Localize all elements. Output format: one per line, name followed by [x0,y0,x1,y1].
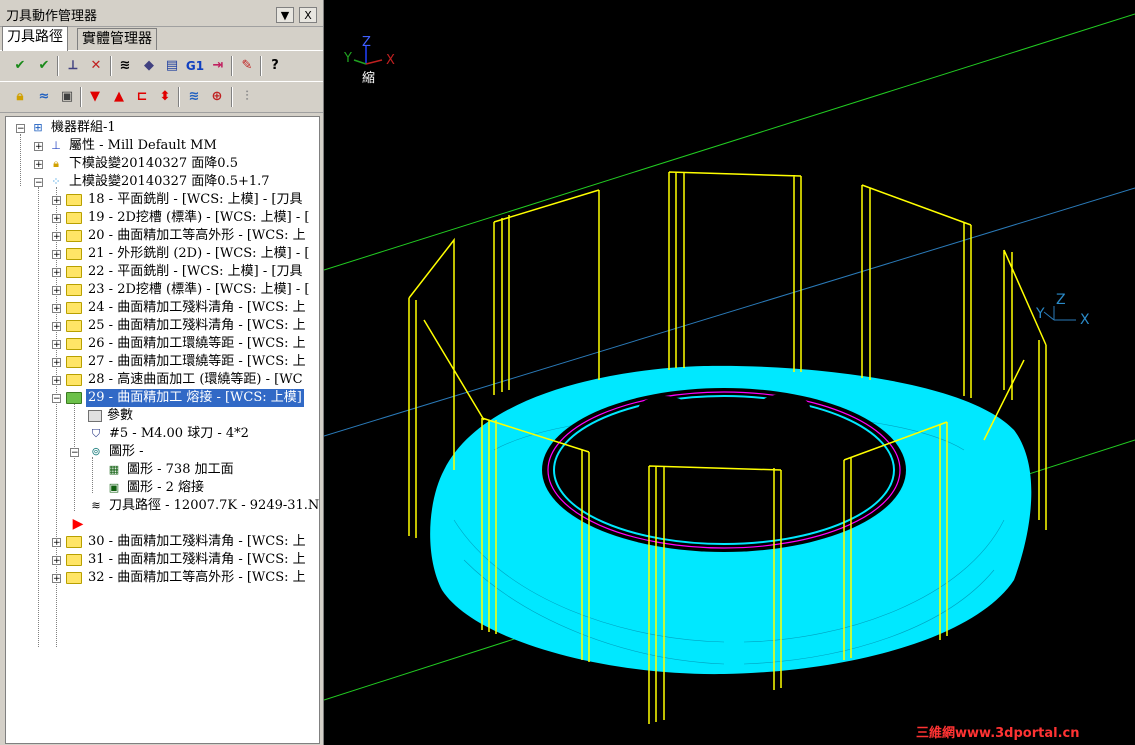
properties-icon: ⊥ [51,139,61,152]
wcs-axis-triad: Z X Y [1035,292,1090,328]
folder-icon [66,572,82,584]
folder-icon [66,302,82,314]
wcs-z-label: Z [1056,292,1066,308]
parameters-icon [88,410,102,422]
tree-item-toolpath[interactable]: ≋ 刀具路徑 - 12007.7K - 9249-31.NC [88,497,319,515]
display-selected-icon[interactable]: ⊕ [207,87,227,107]
folder-icon [66,554,82,566]
tree-item-properties[interactable]: + ⊥ 屬性 - Mill Default MM [34,137,219,155]
tab-solids[interactable]: 實體管理器 [77,28,157,50]
tab-toolpaths[interactable]: 刀具路徑 [2,26,68,51]
disabled-icon: ⫶ [245,89,249,104]
tree-item-geometry-blend[interactable]: ▣ 圖形 - 2 熔接 [106,479,206,497]
open-folder-icon [66,392,82,404]
tree-item-op27[interactable]: +27 - 曲面精加工環繞等距 - [WCS: 上 [52,353,308,371]
move-up-icon[interactable]: ▲ [109,87,129,107]
tree-item-geometry-surfaces[interactable]: ▦ 圖形 - 738 加工面 [106,461,236,479]
folder-icon [66,356,82,368]
tree-item-tool[interactable]: ⛉ #5 - M4.00 球刀 - 4*2 [88,425,251,443]
backplot-icon[interactable]: ≋ [115,56,135,76]
folder-icon [66,230,82,242]
machine-group-icon: ⊞ [33,121,43,134]
tree-item-lower-mold[interactable]: + 🔒︎ 下模設變20140327 面降0.5 [34,155,240,173]
tree-item-op21[interactable]: +21 - 外形銑削 (2D) - [WCS: 上模] - [ [52,245,311,263]
panel-tabs: 刀具路徑 實體管理器 [0,26,323,51]
tree-item-upper-mold[interactable]: − ⁘ 上模設變20140327 面降0.5+1.7 [34,173,272,191]
regenerate-icon[interactable]: ⟂ [63,56,83,76]
axis-x-label: X [386,53,395,68]
panel-close-button[interactable]: X [299,7,317,23]
axis-z-label: Z [362,35,371,50]
operations-tree[interactable]: − ⊞ 機器群組-1 + ⊥ 屬性 - Mill Default MM + 🔒︎ 下模… [5,116,320,744]
watermark: 三維網www.3dportal.cn [916,726,1080,741]
tree-item-op26[interactable]: +26 - 曲面精加工環繞等距 - [WCS: 上 [52,335,308,353]
toolbar-2: 🔒︎ ≈ ▣ ▼ ▲ ⊏ ⬍ ≋ ⊕ ⫶ [0,81,323,113]
toggle-post-icon[interactable]: ▣ [57,87,77,107]
tree-item-op24[interactable]: +24 - 曲面精加工殘料清角 - [WCS: 上 [52,299,308,317]
surface-geometry-icon: ▦ [108,463,120,476]
tree-item-op23[interactable]: +23 - 2D挖槽 (標準) - [WCS: 上模] - [ [52,281,311,299]
blend-geometry-icon: ▣ [108,481,120,494]
reference-line-green-1 [324,13,1135,271]
tree-item-op28[interactable]: +28 - 高速曲面加工 (環繞等距) - [WC [52,371,305,389]
panel-title-bar: 刀具動作管理器 ▼ X [0,0,323,27]
highfeed-icon[interactable]: ⇥ [208,56,228,76]
select-invalid-ops-icon[interactable]: ✔ [34,56,54,76]
folder-icon [66,212,82,224]
only-selected-icon[interactable]: ≋ [184,87,204,107]
folder-icon [66,194,82,206]
toolbar-1: ✔ ✔ ⟂ ✕ ≋ ◆ ▤ G1 ⇥ ✎ ? [0,50,323,82]
toolpath-icon: ≋ [91,499,101,512]
lock-icon[interactable]: 🔒︎ [10,87,30,107]
tree-item-op18[interactable]: +18 - 平面銑削 - [WCS: 上模] - [刀具 [52,191,304,209]
tree-item-parameters[interactable]: 參數 [88,407,135,425]
toggle-display-icon[interactable]: ≈ [34,87,54,107]
insert-arrow-icon: ▶ [72,516,84,532]
folder-icon [66,284,82,296]
scroll-icon[interactable]: ⬍ [155,87,175,107]
insert-after-icon[interactable]: ⊏ [132,87,152,107]
geometry-icon: ⊚ [91,445,101,458]
folder-icon [66,320,82,332]
tree-root[interactable]: − ⊞ 機器群組-1 [16,119,118,137]
folder-icon [66,266,82,278]
regenerate-dirty-icon[interactable]: ✕ [86,56,106,76]
g1-icon[interactable]: G1 [185,56,205,76]
move-down-icon[interactable]: ▼ [85,87,105,107]
select-all-ops-icon[interactable]: ✔ [10,56,30,76]
view-axis-triad: Z X Y 縮 [343,35,395,86]
tool-icon: ⛉ [91,427,101,440]
post-icon[interactable]: ▤ [162,56,182,76]
tree-item-op20[interactable]: +20 - 曲面精加工等高外形 - [WCS: 上 [52,227,308,245]
locked-group-icon: 🔒︎ [53,157,59,170]
tree-item-op31[interactable]: +31 - 曲面精加工殘料清角 - [WCS: 上 [52,551,308,569]
group-icon: ⁘ [51,175,61,188]
folder-icon [66,536,82,548]
insert-arrow[interactable]: ▶ [70,515,89,533]
folder-icon [66,248,82,260]
view-name-label: 縮 [362,70,375,86]
tree-item-op29[interactable]: −29 - 曲面精加工 熔接 - [WCS: 上模] [52,389,304,407]
axis-y-label: Y [343,51,352,66]
tree-item-geometry[interactable]: − ⊚ 圖形 - [70,443,146,461]
viewport-canvas: Z X Y 縮 Z X Y [324,13,1135,724]
folder-icon [66,338,82,350]
tree-item-op25[interactable]: +25 - 曲面精加工殘料清角 - [WCS: 上 [52,317,308,335]
folder-icon [66,374,82,386]
toolpath-manager-panel: 刀具動作管理器 ▼ X 刀具路徑 實體管理器 ✔ ✔ ⟂ ✕ ≋ ◆ ▤ G1 … [0,0,324,745]
tree-item-op30[interactable]: +30 - 曲面精加工殘料清角 - [WCS: 上 [52,533,308,551]
tree-item-op32[interactable]: +32 - 曲面精加工等高外形 - [WCS: 上 [52,569,308,587]
wcs-y-label: Y [1035,306,1045,322]
wcs-x-label: X [1080,312,1090,328]
help-icon[interactable]: ? [265,56,285,76]
delete-ops-icon[interactable]: ✎ [237,56,257,76]
panel-title: 刀具動作管理器 [6,9,98,24]
verify-icon[interactable]: ◆ [139,56,159,76]
graphics-viewport[interactable]: Z X Y 縮 Z X Y [324,0,1135,745]
panel-dropdown-button[interactable]: ▼ [276,7,294,23]
tree-item-op22[interactable]: +22 - 平面銑削 - [WCS: 上模] - [刀具 [52,263,304,281]
tree-item-op19[interactable]: +19 - 2D挖槽 (標準) - [WCS: 上模] - [ [52,209,311,227]
